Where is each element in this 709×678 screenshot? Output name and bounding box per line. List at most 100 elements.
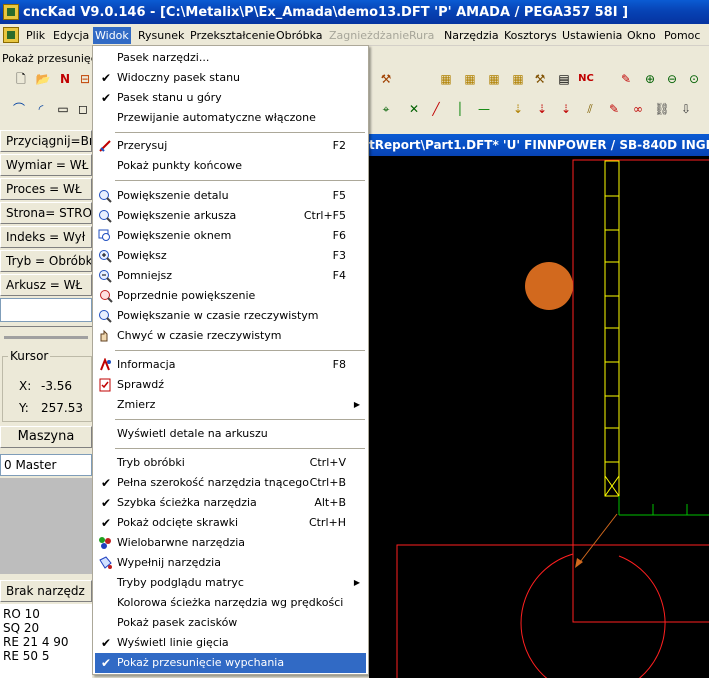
- menu-przeksztalcenie[interactable]: Przekształcenie: [188, 27, 277, 44]
- menu-item-zoom-part[interactable]: Powiększenie detalu F5: [95, 186, 366, 206]
- multicolor-tools-icon: [99, 537, 111, 549]
- zoom-in-toolbar-icon[interactable]: ⊕: [641, 70, 659, 88]
- master-field[interactable]: 0 Master: [0, 454, 92, 476]
- nc-code-icon[interactable]: NC: [577, 70, 595, 88]
- snap-button[interactable]: Przyciągnij=Br: [0, 130, 92, 152]
- table-icon[interactable]: ▤: [555, 70, 573, 88]
- menu-item-show-eject-offset[interactable]: ✔ Pokaż przesunięcie wypchania: [95, 653, 366, 673]
- abc-tool-icon[interactable]: ⇣: [509, 100, 527, 118]
- slant-tool-icon[interactable]: ⫽: [581, 100, 599, 118]
- nc-code-line: RO 10: [3, 607, 40, 621]
- preview-area: [0, 478, 92, 574]
- toolbar-draw: ⌒ ◜ ▭ ◻: [0, 96, 92, 122]
- menu-item-show-parts-on-sheet[interactable]: Wyświetl detale na arkuszu: [95, 424, 366, 444]
- menu-rura[interactable]: Rura: [407, 27, 436, 44]
- arc2-tool-icon[interactable]: ◜: [32, 100, 50, 118]
- menu-item-check[interactable]: Sprawdź: [95, 375, 366, 395]
- menu-item-fill-tools[interactable]: Wypełnij narzędzia: [95, 553, 366, 573]
- nc-icon[interactable]: N: [56, 70, 74, 88]
- menu-narzedzia[interactable]: Narzędzia: [442, 27, 501, 44]
- menu-zagniezdzanie[interactable]: Zagnieżdżanie: [327, 27, 411, 44]
- new-icon[interactable]: 🗋: [12, 70, 30, 88]
- chain-icon[interactable]: ⛓: [653, 100, 671, 118]
- punch-tool-icon[interactable]: ⚒: [377, 70, 395, 88]
- menu-item-multicolor-tools[interactable]: Wielobarwne narzędzia: [95, 533, 366, 553]
- vertical-line-icon[interactable]: │: [451, 100, 469, 118]
- tool-grid-icon[interactable]: ▦: [437, 70, 455, 88]
- machine-button[interactable]: Maszyna: [0, 426, 92, 448]
- menu-item-status-bar-top[interactable]: ✔ Pasek stanu u góry: [95, 88, 366, 108]
- menu-obrobka[interactable]: Obróbka: [274, 27, 325, 44]
- tool-grid2-icon[interactable]: ▦: [461, 70, 479, 88]
- snap-icon[interactable]: ⌖: [377, 100, 395, 118]
- mode-button[interactable]: Tryb = Obróbk: [0, 250, 92, 272]
- process-button[interactable]: Proces = WŁ: [0, 178, 92, 200]
- menu-widok[interactable]: Widok: [93, 27, 131, 44]
- nc-code-list: RO 10 SQ 20 RE 21 4 90 RE 50 5: [0, 604, 92, 678]
- menu-edycja[interactable]: Edycja: [51, 27, 91, 44]
- menu-item-measure[interactable]: Zmierz ▶: [95, 395, 366, 415]
- arc-tool-icon[interactable]: ⌒: [10, 100, 28, 118]
- zoom-out-toolbar-icon[interactable]: ⊖: [663, 70, 681, 88]
- open-icon[interactable]: 📂: [34, 70, 52, 88]
- horizontal-line-icon[interactable]: —: [475, 100, 493, 118]
- menu-item-zoom-sheet[interactable]: Powiększenie arkusza Ctrl+F5: [95, 206, 366, 226]
- menu-item-auto-scroll[interactable]: Przewijanie automatyczne włączone: [95, 108, 366, 128]
- menu-item-zoom-realtime[interactable]: Powiększanie w czasie rzeczywistym: [95, 306, 366, 326]
- pen2-icon[interactable]: ✎: [605, 100, 623, 118]
- menu-item-pan-realtime[interactable]: Chwyć w czasie rzeczywistym: [95, 326, 366, 346]
- menu-item-show-scraps[interactable]: ✔ Pokaż odcięte skrawki Ctrl+H: [95, 513, 366, 533]
- menu-okno[interactable]: Okno: [625, 27, 658, 44]
- abc2-tool-icon[interactable]: ⇣: [533, 100, 551, 118]
- cursor-label: Kursor: [8, 349, 51, 363]
- side-button[interactable]: Strona= STRO: [0, 202, 92, 224]
- checkmark-icon: ✔: [101, 71, 112, 85]
- sheet-button[interactable]: Arkusz = WŁ: [0, 274, 92, 296]
- menu-item-zoom-in[interactable]: Powiększ F3: [95, 246, 366, 266]
- menu-rysunek[interactable]: Rysunek: [136, 27, 186, 44]
- index-button[interactable]: Indeks = Wył: [0, 226, 92, 248]
- cross-tool-icon[interactable]: ✕: [405, 100, 423, 118]
- toolbar-hint: Pokaż przesunięcie: [2, 52, 107, 65]
- no-tool-button[interactable]: Brak narzędz: [0, 580, 92, 602]
- dimension-button[interactable]: Wymiar = WŁ: [0, 154, 92, 176]
- tool-grid4-icon[interactable]: ▦: [509, 70, 527, 88]
- menu-item-die-preview-modes[interactable]: Tryby podglądu matryc ▶: [95, 573, 366, 593]
- menu-item-zoom-window[interactable]: Powiększenie oknem F6: [95, 226, 366, 246]
- link-icon[interactable]: ∞: [629, 100, 647, 118]
- menu-item-full-cutter-width[interactable]: ✔ Pełna szerokość narzędzia tnącego Ctrl+B: [95, 473, 366, 493]
- zoom-out-icon: [99, 270, 112, 283]
- pen-icon[interactable]: ✎: [617, 70, 635, 88]
- menu-ustawienia[interactable]: Ustawienia: [560, 27, 624, 44]
- menu-separator: [115, 419, 365, 420]
- disabled-tool-icon[interactable]: ⇩: [677, 100, 695, 118]
- menu-item-status-bar-visible[interactable]: ✔ Widoczny pasek stanu: [95, 68, 366, 88]
- tool-grid3-icon[interactable]: ▦: [485, 70, 503, 88]
- line-tool-icon[interactable]: ╱: [427, 100, 445, 118]
- menu-item-processing-mode[interactable]: Tryb obróbki Ctrl+V: [95, 453, 366, 473]
- menu-separator: [115, 132, 365, 133]
- menu-item-show-bend-lines[interactable]: ✔ Wyświetl linie gięcia: [95, 633, 366, 653]
- sheet-outline: [396, 544, 709, 678]
- menu-item-colored-toolpath-speed[interactable]: Kolorowa ścieżka narzędzia wg prędkości: [95, 593, 366, 613]
- document-icon[interactable]: [3, 27, 19, 43]
- rectangle-tool-icon[interactable]: ▭: [54, 100, 72, 118]
- shape-tool-icon[interactable]: ◻: [74, 100, 92, 118]
- menu-plik[interactable]: Plik: [24, 27, 47, 44]
- menu-item-show-endpoints[interactable]: Pokaż punkty końcowe: [95, 156, 366, 176]
- menu-item-fast-toolpath[interactable]: ✔ Szybka ścieżka narzędzia Alt+B: [95, 493, 366, 513]
- menu-item-redraw[interactable]: Przerysuj F2: [95, 136, 366, 156]
- left-input-field[interactable]: [0, 298, 92, 322]
- menu-item-toolbar[interactable]: Pasek narzędzi...: [95, 48, 366, 68]
- menu-kosztorys[interactable]: Kosztorys: [502, 27, 559, 44]
- menu-item-show-clamp-bar[interactable]: Pokaż pasek zacisków: [95, 613, 366, 633]
- menu-item-zoom-out[interactable]: Pomniejsz F4: [95, 266, 366, 286]
- menu-item-zoom-previous[interactable]: Poprzednie powiększenie: [95, 286, 366, 306]
- menu-pomoc[interactable]: Pomoc: [662, 27, 702, 44]
- menu-item-information[interactable]: Informacja F8: [95, 355, 366, 375]
- zoom-window-toolbar-icon[interactable]: ⊙: [685, 70, 703, 88]
- abc3-tool-icon[interactable]: ⇣: [557, 100, 575, 118]
- hammer-icon[interactable]: ⚒: [531, 70, 549, 88]
- redraw-icon: [99, 140, 111, 152]
- drawing-canvas[interactable]: [369, 156, 709, 678]
